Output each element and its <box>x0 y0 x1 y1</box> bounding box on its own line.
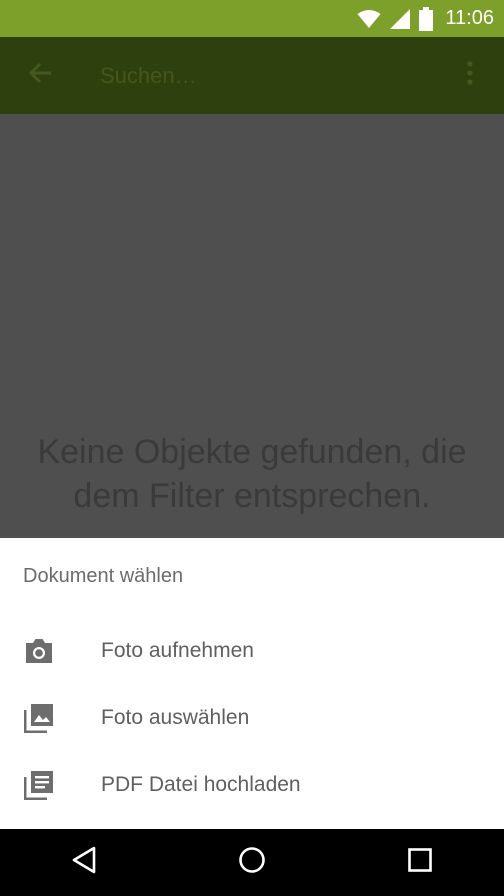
wifi-icon <box>357 9 381 29</box>
take-photo-item[interactable]: Foto aufnehmen <box>0 617 504 684</box>
back-arrow-icon <box>27 60 53 91</box>
back-triangle-icon <box>71 846 97 879</box>
upload-pdf-label: PDF Datei hochladen <box>101 772 301 796</box>
empty-message-line-1: Keine Objekte gefunden, die <box>37 433 467 471</box>
empty-state-message: Keine Objekte gefunden, die dem Filter e… <box>0 430 504 518</box>
choose-photo-item[interactable]: Foto auswählen <box>0 684 504 751</box>
system-navigation-bar <box>0 829 504 896</box>
overflow-menu-button[interactable] <box>436 37 504 114</box>
content-area: Keine Objekte gefunden, die dem Filter e… <box>0 114 504 538</box>
choose-photo-label: Foto auswählen <box>101 705 250 729</box>
search-toolbar <box>0 37 504 114</box>
clock-time: 11:06 <box>445 7 494 29</box>
image-gallery-icon <box>0 703 101 733</box>
camera-icon <box>0 638 101 664</box>
nav-back-button[interactable] <box>44 829 124 896</box>
search-input[interactable] <box>80 55 436 96</box>
status-icons: 11:06 <box>357 6 504 31</box>
take-photo-label: Foto aufnehmen <box>101 638 254 662</box>
nav-recents-button[interactable] <box>380 829 460 896</box>
signal-icon <box>389 8 411 30</box>
recents-square-icon <box>407 847 433 878</box>
back-button[interactable] <box>0 37 80 114</box>
upload-pdf-item[interactable]: PDF Datei hochladen <box>0 751 504 818</box>
home-circle-icon <box>238 846 266 879</box>
nav-home-button[interactable] <box>212 829 292 896</box>
empty-message-line-2: dem Filter entsprechen. <box>73 477 431 515</box>
document-list-icon <box>0 770 101 800</box>
battery-icon <box>419 6 434 31</box>
overflow-menu-icon <box>466 60 474 91</box>
document-chooser-sheet: Dokument wählen Foto aufnehmen Foto ausw… <box>0 538 504 829</box>
sheet-title: Dokument wählen <box>23 565 184 587</box>
status-bar: 11:06 <box>0 0 504 37</box>
